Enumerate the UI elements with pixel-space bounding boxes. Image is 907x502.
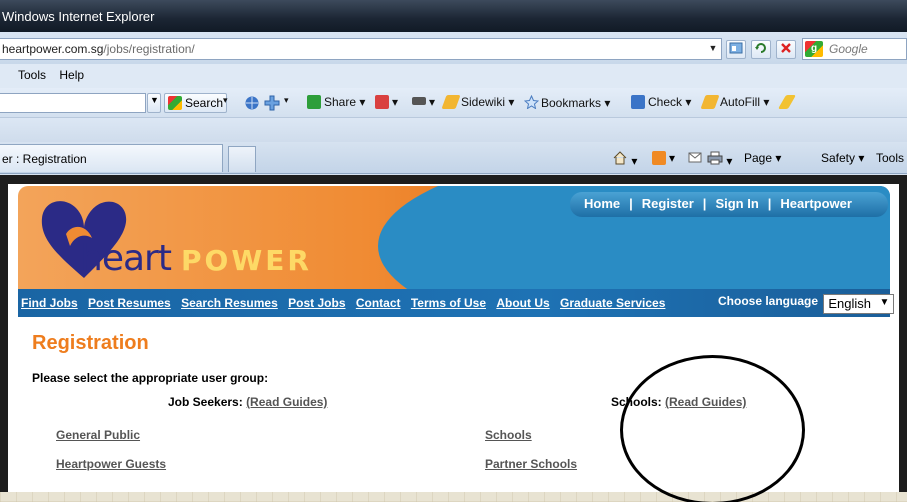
pencil-icon[interactable]: [777, 95, 797, 109]
general-public-link[interactable]: General Public: [56, 428, 140, 442]
page-frame: Home | Register | Sign In | Heartpower heart P…: [0, 175, 907, 492]
job-seekers-heading: Job Seekers: (Read Guides): [168, 395, 328, 409]
menu-bar: Tools Help: [0, 64, 907, 88]
page-viewport: Home | Register | Sign In | Heartpower heart P…: [8, 184, 899, 492]
highlight-icon[interactable]: ▾: [412, 95, 435, 109]
window-title: Windows Internet Explorer: [2, 9, 155, 24]
toolbar-search-dropdown-icon[interactable]: ▼: [147, 93, 161, 113]
nav-search-resumes[interactable]: Search Resumes: [181, 296, 278, 310]
partner-schools-link[interactable]: Partner Schools: [485, 457, 577, 471]
nav-graduate-services[interactable]: Graduate Services: [560, 296, 665, 310]
search-dropdown-icon[interactable]: ▾: [223, 95, 228, 106]
address-domain: heartpower.com.sg: [2, 42, 104, 56]
language-label: Choose language: [718, 294, 819, 308]
add-dropdown-icon[interactable]: ▾: [284, 95, 289, 106]
nav-contact[interactable]: Contact: [356, 296, 401, 310]
top-links: Home | Register | Sign In | Heartpower: [570, 192, 888, 217]
page-title: Registration: [32, 332, 149, 354]
schools-link[interactable]: Schools: [485, 428, 532, 442]
compatibility-view-icon[interactable]: [726, 40, 746, 59]
instruction-text: Please select the appropriate user group…: [32, 371, 269, 385]
nav-find-jobs[interactable]: Find Jobs: [21, 296, 78, 310]
google-icon: [168, 96, 182, 110]
site-banner: Home | Register | Sign In | Heartpower heart P…: [18, 186, 890, 289]
nav-post-jobs[interactable]: Post Jobs: [288, 296, 345, 310]
menu-item-help[interactable]: Help: [59, 68, 84, 82]
logo-power-text: POWER: [181, 244, 312, 277]
google-logo-icon: g: [805, 41, 823, 57]
feeds-icon[interactable]: ▾: [652, 151, 675, 165]
heartpower-guests-link[interactable]: Heartpower Guests: [56, 457, 166, 471]
browser-window: Windows Internet Explorer heartpower.com…: [0, 0, 907, 492]
home-icon[interactable]: ▾: [612, 151, 637, 168]
tab-registration[interactable]: er : Registration: [0, 144, 223, 172]
top-link-heartpower[interactable]: Heartpower: [780, 196, 852, 211]
share-icon: [307, 95, 321, 109]
refresh-icon[interactable]: [751, 40, 771, 59]
language-chooser: Choose language English ▼: [718, 294, 895, 314]
spellcheck-icon: [631, 95, 645, 109]
nav-terms-of-use[interactable]: Terms of Use: [411, 296, 486, 310]
nav-post-resumes[interactable]: Post Resumes: [88, 296, 171, 310]
address-row: heartpower.com.sg/jobs/registration/ ▼ G…: [0, 32, 907, 64]
top-link-register[interactable]: Register: [642, 196, 694, 211]
job-seekers-guide-link[interactable]: (Read Guides): [246, 395, 327, 409]
safety-menu[interactable]: Safety ▾: [821, 151, 864, 165]
menu-item-tools[interactable]: Tools: [18, 68, 46, 82]
tab-title: er : Registration: [2, 152, 87, 166]
mail-icon[interactable]: [688, 151, 702, 166]
globe-icon[interactable]: [244, 95, 260, 114]
stop-icon[interactable]: [776, 40, 796, 59]
page-menu[interactable]: Page ▾: [744, 151, 781, 165]
check-button[interactable]: Check ▾: [631, 95, 691, 109]
address-bar[interactable]: heartpower.com.sg/jobs/registration/: [0, 38, 722, 60]
language-select[interactable]: English ▼: [823, 294, 895, 314]
title-bar: Windows Internet Explorer: [0, 0, 907, 32]
sidewiki-icon: [441, 95, 461, 109]
address-path: /jobs/registration/: [103, 42, 195, 56]
bookmarks-button[interactable]: Bookmarks ▾: [523, 94, 610, 110]
google-toolbar: ▼ Search ▾ ▾ Share ▾ ▾ ▾ Sidewiki ▾ Book…: [0, 88, 907, 118]
top-link-home[interactable]: Home: [584, 196, 620, 211]
share-button[interactable]: Share ▾: [307, 95, 365, 109]
tab-bar: er : Registration ▾ ▾ ▾ Page ▾ Safety ▾ …: [0, 142, 907, 174]
star-icon: [523, 94, 540, 110]
nav-about-us[interactable]: About Us: [496, 296, 549, 310]
print-icon[interactable]: ▾: [707, 151, 732, 168]
sidewiki-button[interactable]: Sidewiki ▾: [441, 95, 514, 109]
top-link-sign-in[interactable]: Sign In: [715, 196, 758, 211]
toolbar-search-input[interactable]: [0, 93, 146, 113]
favorites-bar: [0, 118, 907, 142]
autofill-icon: [700, 95, 720, 109]
chevron-down-icon: ▼: [879, 297, 890, 308]
tools-menu[interactable]: Tools: [876, 151, 904, 165]
schools-heading: Schools: (Read Guides): [611, 395, 747, 409]
schools-guide-link[interactable]: (Read Guides): [665, 395, 746, 409]
main-nav: Find Jobs Post Resumes Search Resumes Po…: [18, 289, 895, 317]
address-dropdown-icon[interactable]: ▼: [706, 39, 720, 58]
new-tab-button[interactable]: [228, 146, 256, 172]
add-icon[interactable]: [264, 95, 280, 114]
autofill-button[interactable]: AutoFill ▾: [700, 95, 769, 109]
popup-blocker-icon[interactable]: ▾: [375, 95, 398, 109]
logo-heart-text: heart: [80, 238, 172, 279]
toolbar-search-button[interactable]: Search: [164, 93, 228, 113]
site-container: Home | Register | Sign In | Heartpower heart P…: [18, 186, 895, 492]
